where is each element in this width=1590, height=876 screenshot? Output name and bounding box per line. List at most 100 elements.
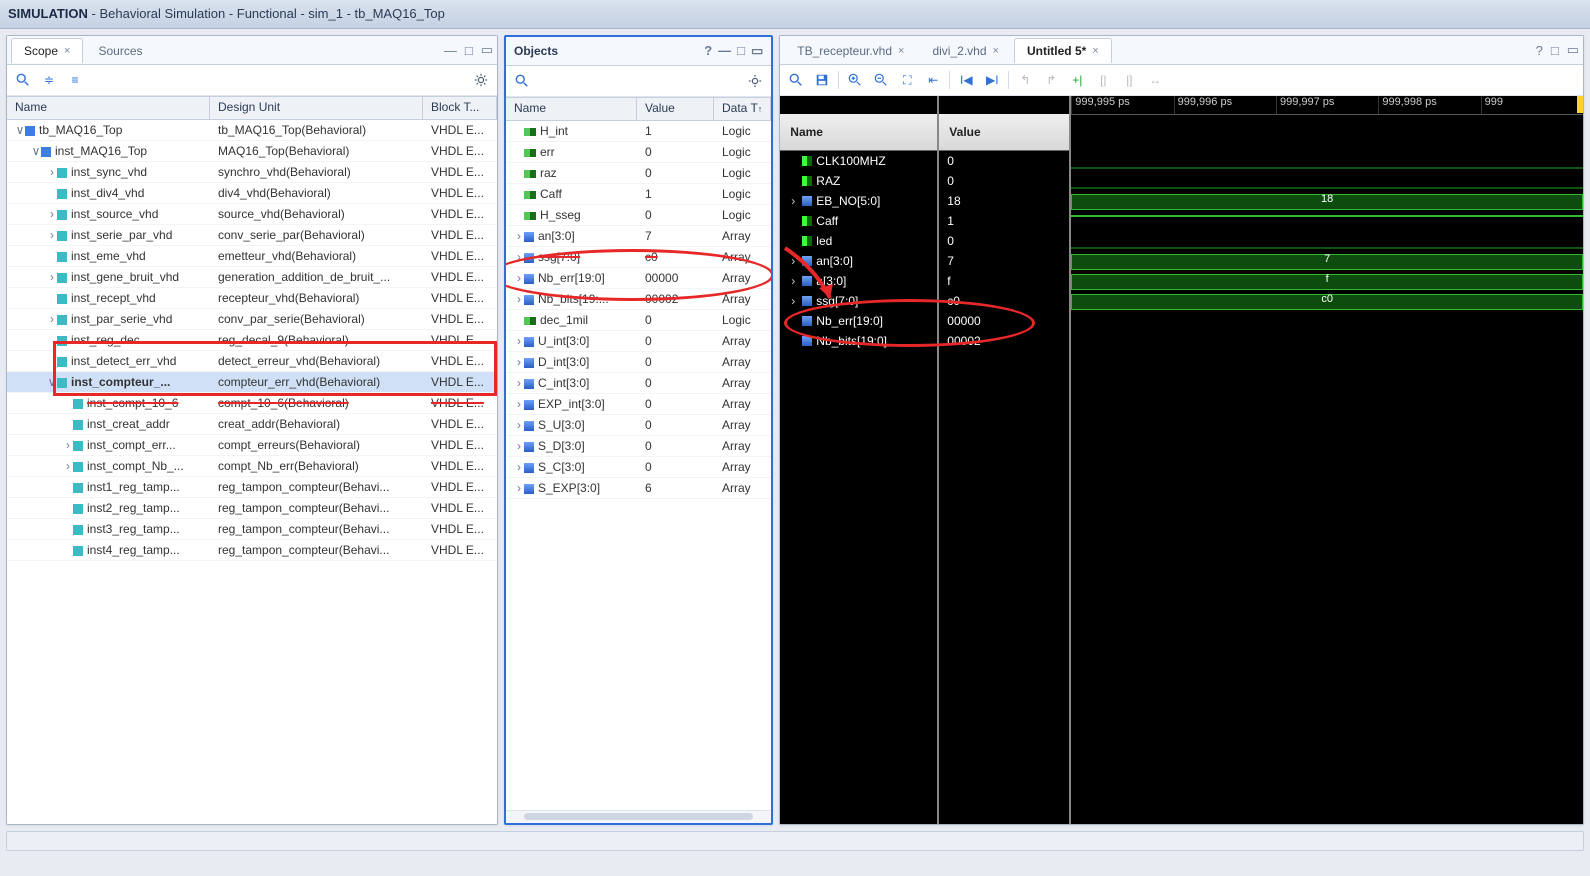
scope-row[interactable]: ›inst_gene_bruit_vhdgeneration_addition_… bbox=[7, 267, 497, 288]
wave-signal-row[interactable]: ›EB_NO[5:0] bbox=[780, 191, 937, 211]
filter-icon[interactable]: ≡ bbox=[65, 70, 85, 90]
waveform-trace[interactable] bbox=[1071, 171, 1583, 191]
zoom-in-icon[interactable] bbox=[845, 70, 865, 90]
scope-row[interactable]: inst_div4_vhddiv4_vhd(Behavioral)VHDL E.… bbox=[7, 183, 497, 204]
close-icon[interactable]: × bbox=[1092, 45, 1098, 57]
help-icon[interactable]: ? bbox=[1536, 43, 1543, 58]
save-icon[interactable] bbox=[812, 70, 832, 90]
wave-value-header[interactable]: Value bbox=[939, 114, 1069, 151]
scope-row[interactable]: inst_reg_decreg_decal_9(Behavioral)VHDL … bbox=[7, 330, 497, 351]
scope-row[interactable]: inst1_reg_tamp...reg_tampon_compteur(Beh… bbox=[7, 477, 497, 498]
close-icon[interactable]: × bbox=[898, 45, 904, 57]
next-icon[interactable]: ▶I bbox=[982, 70, 1002, 90]
minimize-icon[interactable]: — bbox=[718, 37, 731, 65]
zoom-fit-icon[interactable]: ⛶ bbox=[897, 70, 917, 90]
wave-signal-row[interactable]: Caff bbox=[780, 211, 937, 231]
next-marker-icon[interactable]: |] bbox=[1119, 70, 1139, 90]
expander-icon[interactable]: › bbox=[514, 397, 524, 411]
col-name[interactable]: Name bbox=[7, 97, 210, 119]
expander-icon[interactable]: › bbox=[514, 271, 524, 285]
object-row[interactable]: ›an[3:0]7Array bbox=[506, 226, 771, 247]
scope-row[interactable]: inst_eme_vhdemetteur_vhd(Behavioral)VHDL… bbox=[7, 246, 497, 267]
expander-icon[interactable]: › bbox=[47, 207, 57, 221]
scope-row[interactable]: ∨tb_MAQ16_Toptb_MAQ16_Top(Behavioral)VHD… bbox=[7, 120, 497, 141]
restore-icon[interactable]: □ bbox=[737, 37, 745, 65]
scope-row[interactable]: inst_creat_addrcreat_addr(Behavioral)VHD… bbox=[7, 414, 497, 435]
expander-icon[interactable]: › bbox=[514, 418, 524, 432]
tab-file-1[interactable]: TB_recepteur.vhd× bbox=[784, 38, 917, 63]
gear-icon[interactable] bbox=[471, 70, 491, 90]
scope-row[interactable]: inst_detect_err_vhddetect_erreur_vhd(Beh… bbox=[7, 351, 497, 372]
scope-row[interactable]: inst_compt_10_6compt_10_6(Behavioral)VHD… bbox=[7, 393, 497, 414]
search-icon[interactable] bbox=[512, 71, 532, 91]
object-row[interactable]: ›S_C[3:0]0Array bbox=[506, 457, 771, 478]
waveform-trace[interactable]: c0 bbox=[1071, 291, 1583, 311]
scope-row[interactable]: ›inst_compt_err...compt_erreurs(Behavior… bbox=[7, 435, 497, 456]
object-row[interactable]: dec_1mil0Logic bbox=[506, 310, 771, 331]
scope-row[interactable]: inst3_reg_tamp...reg_tampon_compteur(Beh… bbox=[7, 519, 497, 540]
expander-icon[interactable]: ∨ bbox=[47, 375, 57, 389]
collapse-icon[interactable]: ≑ bbox=[39, 70, 59, 90]
object-row[interactable]: ›U_int[3:0]0Array bbox=[506, 331, 771, 352]
expander-icon[interactable]: › bbox=[47, 165, 57, 179]
zoom-out-icon[interactable] bbox=[871, 70, 891, 90]
expander-icon[interactable]: › bbox=[514, 334, 524, 348]
object-row[interactable]: H_int1Logic bbox=[506, 121, 771, 142]
tab-sources[interactable]: Sources bbox=[85, 38, 155, 63]
goto-cursor-icon[interactable]: ⇤ bbox=[923, 70, 943, 90]
expander-icon[interactable]: › bbox=[514, 229, 524, 243]
col-name[interactable]: Name bbox=[506, 98, 637, 120]
wave-signal-row[interactable]: ›an[3:0] bbox=[780, 251, 937, 271]
scope-row[interactable]: ›inst_serie_par_vhdconv_serie_par(Behavi… bbox=[7, 225, 497, 246]
tab-scope[interactable]: Scope× bbox=[11, 38, 83, 63]
waveform-trace[interactable] bbox=[1071, 331, 1583, 351]
waveform-trace[interactable] bbox=[1071, 151, 1583, 171]
expander-icon[interactable]: › bbox=[514, 250, 524, 264]
expander-icon[interactable]: › bbox=[514, 376, 524, 390]
expander-icon[interactable]: › bbox=[63, 459, 73, 473]
object-row[interactable]: ›Nb_err[19:0]00000Array bbox=[506, 268, 771, 289]
wave-signal-row[interactable]: Nb_bits[19:0] bbox=[780, 331, 937, 351]
search-icon[interactable] bbox=[786, 70, 806, 90]
maximize-icon[interactable]: ▭ bbox=[481, 42, 493, 58]
object-row[interactable]: ›S_U[3:0]0Array bbox=[506, 415, 771, 436]
expander-icon[interactable]: › bbox=[47, 270, 57, 284]
scrollbar-horizontal[interactable] bbox=[524, 813, 753, 820]
search-icon[interactable] bbox=[13, 70, 33, 90]
scope-row[interactable]: inst_recept_vhdrecepteur_vhd(Behavioral)… bbox=[7, 288, 497, 309]
scope-row[interactable]: ›inst_source_vhdsource_vhd(Behavioral)VH… bbox=[7, 204, 497, 225]
object-row[interactable]: ›EXP_int[3:0]0Array bbox=[506, 394, 771, 415]
object-row[interactable]: ›S_D[3:0]0Array bbox=[506, 436, 771, 457]
scope-row[interactable]: ∨inst_compteur_...compteur_err_vhd(Behav… bbox=[7, 372, 497, 393]
object-row[interactable]: ›C_int[3:0]0Array bbox=[506, 373, 771, 394]
scope-row[interactable]: ∨inst_MAQ16_TopMAQ16_Top(Behavioral)VHDL… bbox=[7, 141, 497, 162]
tab-file-3[interactable]: Untitled 5*× bbox=[1014, 38, 1112, 63]
object-row[interactable]: ›Nb_bits[19:...00002Array bbox=[506, 289, 771, 310]
object-row[interactable]: H_sseg0Logic bbox=[506, 205, 771, 226]
object-row[interactable]: err0Logic bbox=[506, 142, 771, 163]
cursor-marker[interactable] bbox=[1577, 96, 1583, 113]
expander-icon[interactable]: › bbox=[47, 312, 57, 326]
wave-signal-row[interactable]: Nb_err[19:0] bbox=[780, 311, 937, 331]
scope-row[interactable]: inst4_reg_tamp...reg_tampon_compteur(Beh… bbox=[7, 540, 497, 561]
prev-marker-icon[interactable]: [| bbox=[1093, 70, 1113, 90]
scope-rows[interactable]: ∨tb_MAQ16_Toptb_MAQ16_Top(Behavioral)VHD… bbox=[7, 120, 497, 824]
wave-names-column[interactable]: Name CLK100MHZRAZ›EB_NO[5:0]Caffled›an[3… bbox=[780, 96, 939, 824]
scope-row[interactable]: inst2_reg_tamp...reg_tampon_compteur(Beh… bbox=[7, 498, 497, 519]
waveform-trace[interactable]: 7 bbox=[1071, 251, 1583, 271]
waveform-trace[interactable] bbox=[1071, 231, 1583, 251]
expander-icon[interactable]: › bbox=[514, 439, 524, 453]
gear-icon[interactable] bbox=[745, 71, 765, 91]
waveform-trace[interactable]: f bbox=[1071, 271, 1583, 291]
tab-file-2[interactable]: divi_2.vhd× bbox=[919, 38, 1011, 63]
object-row[interactable]: ›D_int[3:0]0Array bbox=[506, 352, 771, 373]
object-row[interactable]: Caff1Logic bbox=[506, 184, 771, 205]
close-icon[interactable]: × bbox=[64, 45, 70, 57]
col-value[interactable]: Value bbox=[637, 98, 714, 120]
wave-signal-row[interactable]: ›a[3:0] bbox=[780, 271, 937, 291]
object-row[interactable]: raz0Logic bbox=[506, 163, 771, 184]
scope-row[interactable]: ›inst_sync_vhdsynchro_vhd(Behavioral)VHD… bbox=[7, 162, 497, 183]
add-marker-icon[interactable]: +| bbox=[1067, 70, 1087, 90]
waveform-trace[interactable] bbox=[1071, 311, 1583, 331]
wave-signal-row[interactable]: RAZ bbox=[780, 171, 937, 191]
